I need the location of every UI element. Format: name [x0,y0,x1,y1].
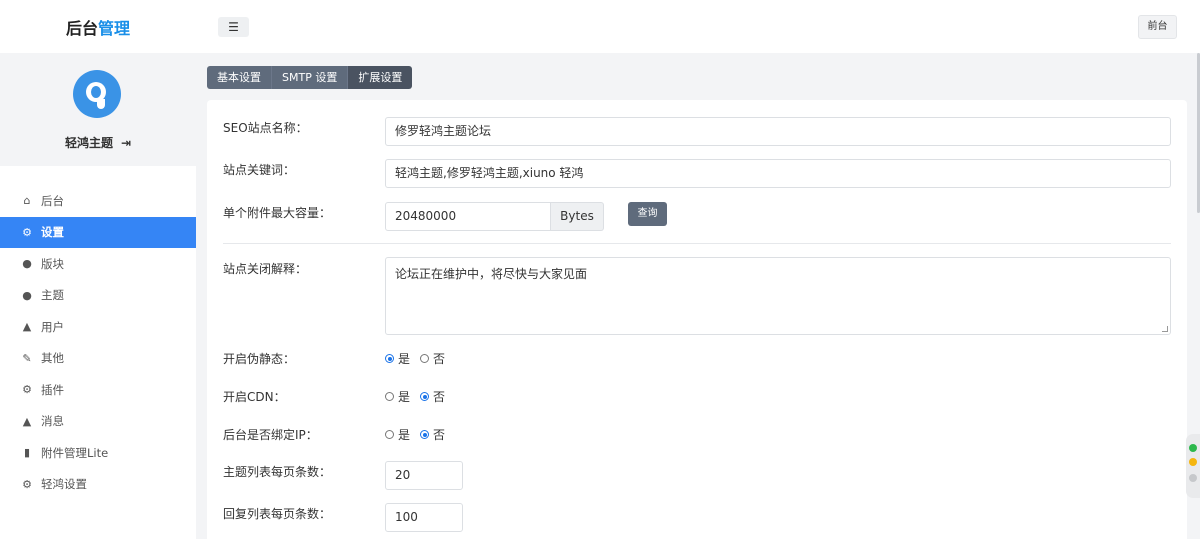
sidebar-item-label: 轻鸿设置 [41,477,87,492]
profile-name-text: 轻鸿主题 [64,136,113,150]
radio-label: 是 [398,390,411,404]
brand-part2: 管理 [98,18,131,38]
resize-handle-icon[interactable] [1162,326,1168,332]
sidebar-item-label: 主题 [41,288,64,303]
wrench-icon: ✎ [22,351,32,365]
bind-ip-radio-group: 是 否 [385,426,455,443]
avatar-logo-tail [97,99,105,109]
thread-pagesize-input[interactable]: 20 [385,461,463,490]
radio-label: 否 [433,352,446,366]
sidebar-item-label: 附件管理Lite [41,445,109,460]
sidebar-item-label: 用户 [41,319,64,334]
sidebar-item-dashboard[interactable]: ⌂ 后台 [0,185,196,217]
form-divider [223,243,1171,244]
radio-unchecked-icon[interactable] [420,354,430,363]
brand-part1: 后台 [65,18,98,38]
top-bar: 后台 管理 ☰ 前台 [0,0,1200,53]
query-button[interactable]: 查询 [628,202,667,226]
menu-toggle-button[interactable]: ☰ [218,17,249,37]
sidebar-item-label: 插件 [41,382,64,397]
comment-icon: ● [22,288,32,302]
close-reason-label: 站点关闭解释： [223,262,308,276]
sidebar-item-theme-settings[interactable]: ⚙ 轻鸿设置 [0,469,196,501]
cdn-yes-option[interactable]: 是 [385,388,410,405]
close-reason-textarea[interactable]: 论坛正在维护中，将尽快与大家见面 [385,257,1171,335]
sidebar-item-users[interactable]: ▲ 用户 [0,311,196,343]
radio-label: 是 [398,428,411,442]
settings-form: SEO站点名称： 修罗轻鸿主题论坛 站点关键词： 轻鸿主题,修罗轻鸿主题,xiu… [207,100,1187,539]
reply-pagesize-label: 回复列表每页条数： [223,507,332,521]
shield-check-icon [1189,444,1197,452]
tab-basic[interactable]: 基本设置 [207,66,272,89]
hamburger-icon: ☰ [228,20,239,34]
keywords-label: 站点关键词： [223,163,296,177]
radio-label: 否 [433,428,446,442]
seo-name-input[interactable]: 修罗轻鸿主题论坛 [385,117,1171,146]
avatar[interactable] [73,70,121,118]
seo-name-label: SEO站点名称： [223,121,308,135]
thread-pagesize-label: 主题列表每页条数： [223,465,332,479]
cogs-icon: ⚙ [22,383,32,397]
radio-label: 是 [398,352,411,366]
sidebar: 轻鸿主题⇥ ⌂ 后台 ⚙ 设置 ● 版块 ● 主题 ▲ 用户 ✎ 其他 ⚙ 插 [0,53,196,539]
sidebar-item-settings[interactable]: ⚙ 设置 [0,216,196,248]
sidebar-nav: ⌂ 后台 ⚙ 设置 ● 版块 ● 主题 ▲ 用户 ✎ 其他 ⚙ 插件 ▲ 消息 [0,185,196,500]
cdn-label: 开启CDN： [223,390,286,404]
sidebar-item-attachments[interactable]: ▮ 附件管理Lite [0,437,196,469]
status-icon [1189,474,1197,482]
sidebar-item-label: 其他 [41,351,64,366]
radio-checked-icon[interactable] [420,392,430,401]
floating-widget[interactable] [1186,434,1200,498]
rewrite-label: 开启伪静态： [223,352,296,366]
bind-ip-yes-option[interactable]: 是 [385,426,410,443]
sidebar-item-label: 设置 [41,225,64,240]
cdn-radio-group: 是 否 [385,388,455,405]
sidebar-item-label: 消息 [41,414,64,429]
sidebar-item-forums[interactable]: ● 版块 [0,248,196,280]
bind-ip-label: 后台是否绑定IP： [223,428,318,442]
brand-logo[interactable]: 后台 管理 [0,0,196,53]
rewrite-no-option[interactable]: 否 [420,350,445,367]
home-icon: ⌂ [23,194,31,208]
radio-checked-icon[interactable] [420,430,430,439]
settings-tabs: 基本设置 SMTP 设置 扩展设置 [207,66,413,89]
attach-size-label: 单个附件最大容量： [223,206,332,220]
status-icon [1189,458,1197,466]
bind-ip-no-option[interactable]: 否 [420,426,445,443]
attach-size-input[interactable]: 20480000 [385,202,551,231]
comment-icon: ● [22,257,32,271]
rewrite-radio-group: 是 否 [385,350,455,367]
close-reason-text: 论坛正在维护中，将尽快与大家见面 [395,267,588,281]
front-site-button[interactable]: 前台 [1138,15,1177,39]
gear-icon: ⚙ [22,477,32,491]
profile-panel: 轻鸿主题 ⇥ [0,53,196,166]
gear-icon: ⚙ [22,225,32,239]
file-icon: ▮ [23,446,31,460]
keywords-input[interactable]: 轻鸿主题,修罗轻鸿主题,xiuno 轻鸿 [385,159,1171,188]
sidebar-item-threads[interactable]: ● 主题 [0,280,196,312]
sidebar-item-label: 版块 [41,256,64,271]
sidebar-item-label: 后台 [41,193,64,208]
rewrite-yes-option[interactable]: 是 [385,350,410,367]
cdn-no-option[interactable]: 否 [420,388,445,405]
attach-size-unit: Bytes [551,202,604,231]
user-icon: ▲ [22,320,32,334]
radio-label: 否 [433,390,446,404]
radio-checked-icon[interactable] [385,354,394,363]
radio-unchecked-icon[interactable] [385,392,394,401]
sidebar-item-other[interactable]: ✎ 其他 [0,343,196,375]
tab-extended[interactable]: 扩展设置 [348,66,413,89]
tab-smtp[interactable]: SMTP 设置 [272,66,349,89]
reply-pagesize-input[interactable]: 100 [385,503,463,532]
sidebar-item-plugins[interactable]: ⚙ 插件 [0,374,196,406]
sidebar-item-messages[interactable]: ▲ 消息 [0,406,196,438]
avatar-logo-hole [91,86,101,98]
radio-unchecked-icon[interactable] [385,430,394,439]
profile-name: 轻鸿主题 ⇥ [0,134,196,151]
logout-icon[interactable]: ⇥ [121,136,131,150]
bell-icon: ▲ [22,414,32,428]
